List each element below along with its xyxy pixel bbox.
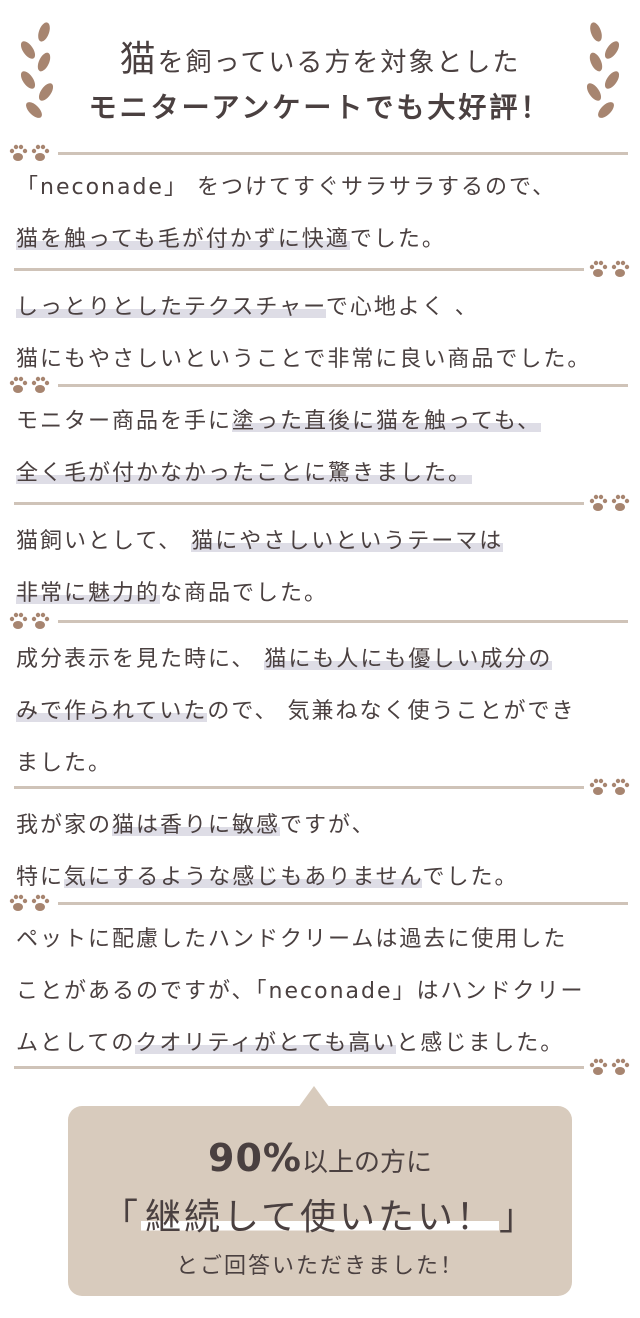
review-text: 猫にもやさしいということで非常に良い商品でした。	[16, 347, 592, 372]
divider-line	[14, 268, 584, 271]
review-highlight-text: 気にするような感じもありません	[64, 865, 423, 890]
review-highlight-text: 猫を触っても毛が付かずに快適	[16, 227, 350, 252]
divider-line	[58, 152, 628, 155]
callout-line-1-rest: 以上の方に	[301, 1148, 432, 1178]
header-title-rest: を飼っている方を対象とした	[157, 48, 521, 78]
review-text: と感じました。	[396, 1031, 565, 1056]
review-2: しっとりとしたテクスチャーで心地よく 、猫にもやさしいということで非常に良い商品…	[16, 282, 622, 386]
review-text: 我が家の	[16, 813, 113, 838]
review-highlight-text: 猫は香りに敏感	[112, 813, 281, 838]
review-highlight-text: しっとりとしたテクスチャー	[16, 295, 326, 320]
survey-result-callout: 90%以上の方に 「継続して使いたい！」 とご回答いただきました！	[68, 1106, 572, 1296]
callout-line-3: とご回答いただきました！	[175, 1254, 464, 1279]
callout-pointer	[298, 1086, 330, 1108]
callout-line-2: 「継続して使いたい！」	[68, 1188, 572, 1240]
header-subtitle: モニターアンケートでも大好評！	[88, 91, 552, 124]
review-text: ペットに配慮したハンドクリームは過去に使用した	[16, 927, 568, 952]
review-3: モニター商品を手に塗った直後に猫を触っても、全く毛が付かなかったことに驚きました…	[16, 396, 622, 500]
review-5: 成分表示を見た時に、 猫にも人にも優しい成分のみで作られていたので、 気兼ねなく…	[16, 634, 622, 790]
header: 猫を飼っている方を対象とした モニターアンケートでも大好評！	[0, 0, 640, 140]
review-text: ことがあるのですが、「neconade」はハンドクリー	[16, 979, 585, 1004]
callout-line-1: 90%以上の方に	[68, 1136, 572, 1180]
review-highlight-text: 塗った直後に猫を触っても、	[232, 409, 542, 434]
review-text: でした。	[349, 227, 446, 252]
review-4: 猫飼いとして、 猫にやさしいというテーマは非常に魅力的な商品でした。	[16, 516, 622, 620]
review-highlight-text: 猫にやさしいというテーマは	[191, 529, 504, 554]
divider-line	[58, 620, 628, 623]
review-text: 猫飼いとして、	[16, 529, 192, 554]
review-1: 「neconade」 をつけてすぐサラサラするので、 猫を触っても毛が付かずに快適…	[16, 162, 622, 266]
review-highlight-text: 非常に魅力的	[16, 581, 161, 606]
review-text: 特に	[16, 865, 65, 890]
review-highlight-text: クオリティがとても高い	[135, 1031, 397, 1056]
review-text: 成分表示を見た時に、	[16, 647, 265, 672]
review-highlight-text: みで作られていた	[16, 699, 208, 724]
header-title-cat: 猫	[119, 39, 158, 80]
review-text: な商品でした。	[160, 581, 329, 606]
review-text: でした。	[422, 865, 519, 890]
review-text: ムとしての	[16, 1031, 136, 1056]
review-highlight-text: 猫にも人にも優しい成分の	[264, 647, 553, 672]
divider-line	[14, 502, 584, 505]
review-text: ました。	[16, 751, 113, 776]
review-highlight-text: 全く毛が付かなかったことに驚きました。	[16, 461, 473, 486]
review-7: ペットに配慮したハンドクリームは過去に使用した ことがあるのですが、「necona…	[16, 914, 622, 1070]
review-text: で心地よく 、	[325, 295, 479, 320]
review-text: 「neconade」 をつけてすぐサラサラするので、	[16, 175, 557, 200]
review-text: ので、 気兼ねなく使うことができ	[207, 699, 576, 724]
callout-quote: 継続して使いたい！	[141, 1197, 499, 1238]
review-6: 我が家の猫は香りに敏感ですが、特に気にするような感じもありませんでした。	[16, 800, 622, 904]
percent-value: 90%	[208, 1136, 302, 1180]
open-bracket: 「	[102, 1197, 142, 1238]
review-text: モニター商品を手に	[16, 409, 233, 434]
header-title: 猫を飼っている方を対象とした	[0, 30, 640, 82]
close-bracket: 」	[498, 1197, 538, 1238]
review-text: ですが、	[280, 813, 376, 838]
